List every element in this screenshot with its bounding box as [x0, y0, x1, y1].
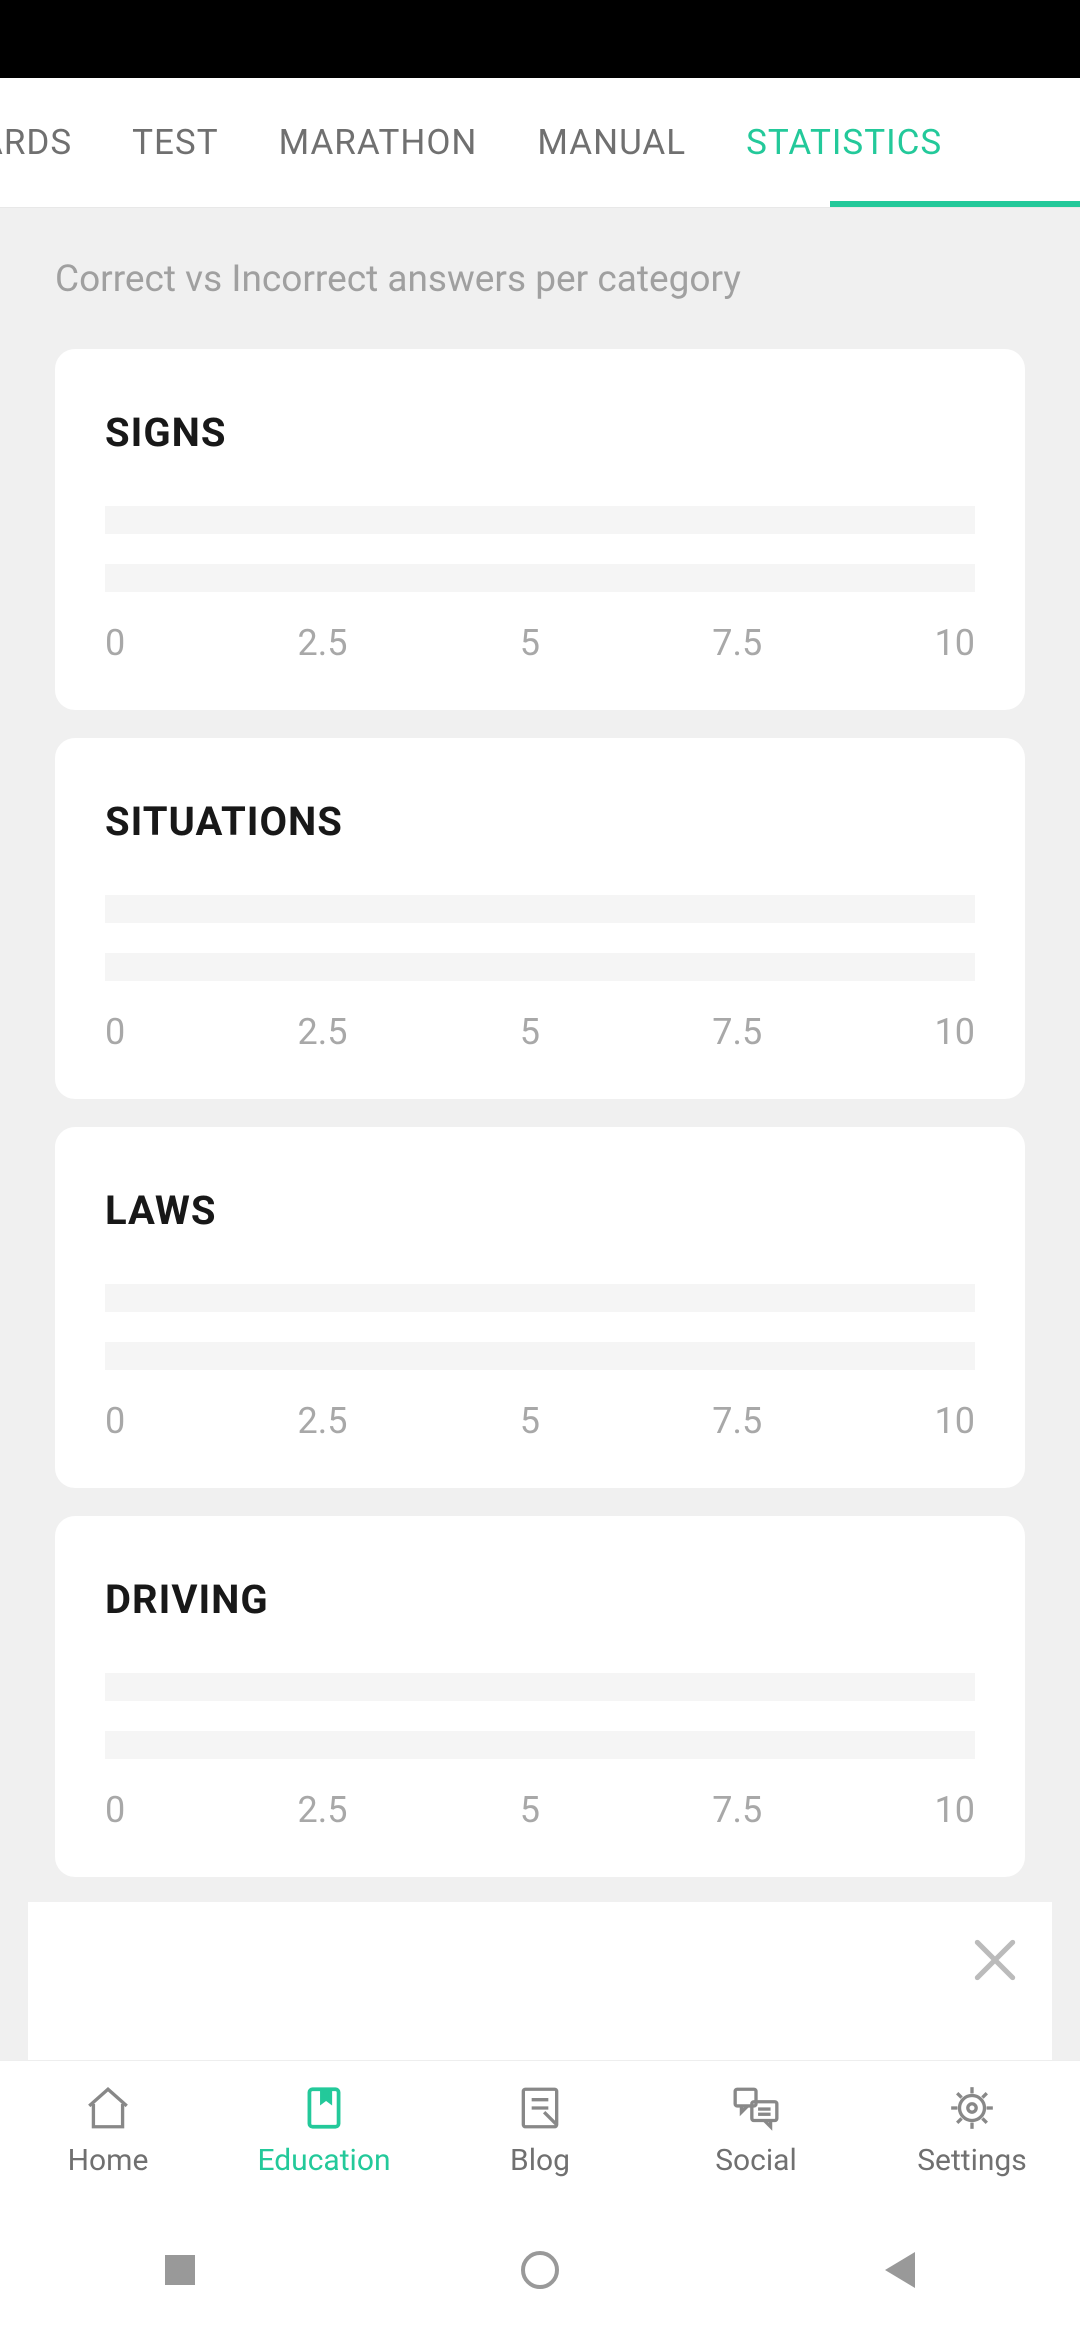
tab-statistics[interactable]: STATISTICS: [716, 78, 972, 207]
tick: 7.5: [712, 1400, 762, 1442]
close-icon[interactable]: [972, 1937, 1017, 1982]
tick: 7.5: [712, 622, 762, 664]
bar-correct: [105, 895, 975, 923]
bottom-nav: Home Education Blog Social: [0, 2060, 1080, 2200]
sys-recent[interactable]: [160, 2250, 200, 2290]
section-title: Correct vs Incorrect answers per categor…: [55, 258, 1025, 301]
tick: 5: [520, 622, 540, 664]
axis: 0 2.5 5 7.5 10: [105, 1011, 975, 1053]
chart-bars: [105, 506, 975, 592]
axis: 0 2.5 5 7.5 10: [105, 622, 975, 664]
triangle-icon: [885, 2252, 915, 2288]
nav-label: Settings: [917, 2143, 1027, 2178]
card-title: LAWS: [105, 1187, 975, 1234]
tick: 2.5: [298, 1011, 348, 1053]
category-card-situations: SITUATIONS 0 2.5 5 7.5 10: [55, 738, 1025, 1099]
tick: 7.5: [712, 1789, 762, 1831]
nav-label: Education: [257, 2143, 390, 2178]
nav-label: Home: [68, 2143, 149, 2178]
tick: 0: [105, 1400, 125, 1442]
bar-incorrect: [105, 1731, 975, 1759]
bar-correct: [105, 1673, 975, 1701]
status-bar: [0, 0, 1080, 78]
tick: 5: [520, 1400, 540, 1442]
tick: 5: [520, 1011, 540, 1053]
nav-blog[interactable]: Blog: [432, 2083, 648, 2178]
tab-test[interactable]: TEST: [102, 78, 248, 207]
axis: 0 2.5 5 7.5 10: [105, 1789, 975, 1831]
tick: 0: [105, 1011, 125, 1053]
bar-incorrect: [105, 1342, 975, 1370]
tab-cards[interactable]: ARDS: [0, 78, 102, 207]
bar-incorrect: [105, 953, 975, 981]
tick: 2.5: [298, 622, 348, 664]
card-title: SITUATIONS: [105, 798, 975, 845]
chat-icon: [731, 2083, 781, 2133]
bar-incorrect: [105, 564, 975, 592]
nav-education[interactable]: Education: [216, 2083, 432, 2178]
card-title: DRIVING: [105, 1576, 975, 1623]
sys-home[interactable]: [520, 2250, 560, 2290]
tick: 0: [105, 1789, 125, 1831]
system-nav: [0, 2200, 1080, 2340]
tab-manual[interactable]: MANUAL: [507, 78, 716, 207]
tab-indicator: [830, 201, 1080, 207]
nav-home[interactable]: Home: [0, 2083, 216, 2178]
chart-bars: [105, 1284, 975, 1370]
chart-bars: [105, 895, 975, 981]
tick: 10: [935, 622, 975, 664]
tick: 7.5: [712, 1011, 762, 1053]
tick: 2.5: [298, 1789, 348, 1831]
nav-label: Social: [715, 2143, 797, 2178]
sys-back[interactable]: [880, 2250, 920, 2290]
tab-marathon[interactable]: MARATHON: [249, 78, 508, 207]
bar-correct: [105, 506, 975, 534]
tick: 5: [520, 1789, 540, 1831]
tick: 10: [935, 1011, 975, 1053]
gear-icon: [947, 2083, 997, 2133]
category-card-driving: DRIVING 0 2.5 5 7.5 10: [55, 1516, 1025, 1877]
category-card-laws: LAWS 0 2.5 5 7.5 10: [55, 1127, 1025, 1488]
nav-social[interactable]: Social: [648, 2083, 864, 2178]
popup-banner: [28, 1902, 1052, 2060]
category-card-signs: SIGNS 0 2.5 5 7.5 10: [55, 349, 1025, 710]
tick: 0: [105, 622, 125, 664]
home-icon: [83, 2083, 133, 2133]
bar-correct: [105, 1284, 975, 1312]
tick: 10: [935, 1789, 975, 1831]
note-icon: [515, 2083, 565, 2133]
nav-settings[interactable]: Settings: [864, 2083, 1080, 2178]
card-title: SIGNS: [105, 409, 975, 456]
nav-label: Blog: [510, 2143, 570, 2178]
top-tabs: ARDS TEST MARATHON MANUAL STATISTICS: [0, 78, 1080, 208]
chart-bars: [105, 1673, 975, 1759]
square-icon: [165, 2255, 195, 2285]
circle-icon: [521, 2251, 559, 2289]
tick: 2.5: [298, 1400, 348, 1442]
tick: 10: [935, 1400, 975, 1442]
axis: 0 2.5 5 7.5 10: [105, 1400, 975, 1442]
book-icon: [299, 2083, 349, 2133]
